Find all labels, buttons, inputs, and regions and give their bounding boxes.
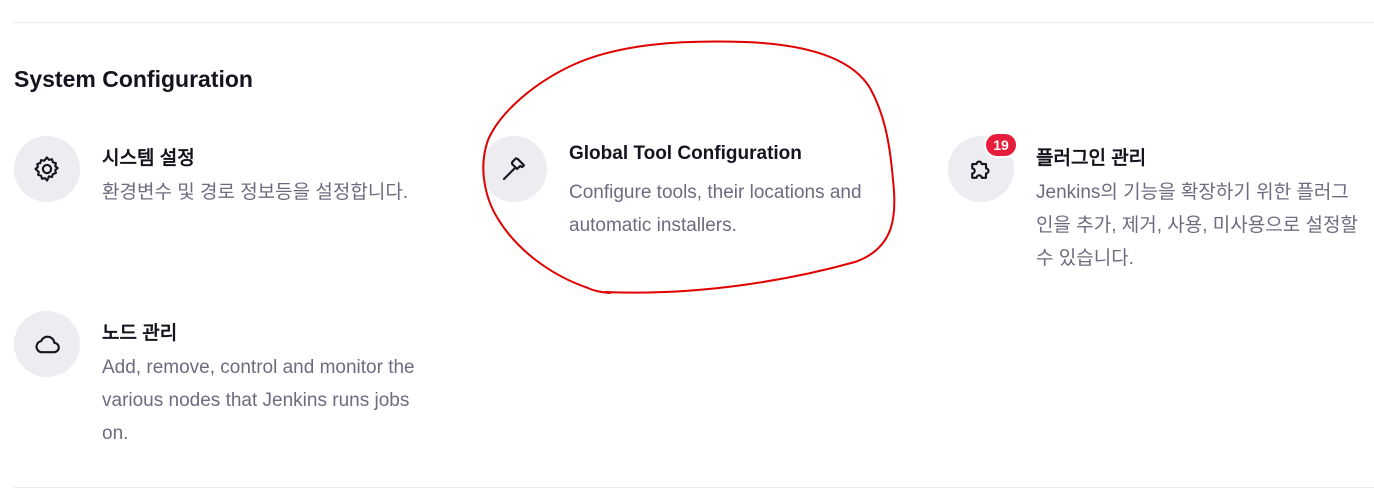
plugin-management-title: 플러그인 관리 [1036, 148, 1147, 169]
plugin-management-link[interactable]: 19 플러그인 관리 Jenkins의 기능을 확장하기 위한 플러그인을 추가… [948, 132, 1368, 276]
node-management-title: 노드 관리 [102, 323, 178, 344]
system-settings-link[interactable]: 시스템 설정 환경변수 및 경로 정보등을 설정합니다. [14, 136, 434, 246]
cloud-icon [14, 311, 80, 377]
system-settings-title: 시스템 설정 [102, 148, 195, 169]
plugin-updates-badge: 19 [984, 132, 1018, 158]
node-management-desc: Add, remove, control and monitor the var… [102, 357, 415, 444]
hammer-icon [481, 136, 547, 202]
global-tool-configuration-link[interactable]: Global Tool Configuration Configure tool… [481, 136, 901, 246]
global-tool-configuration-desc: Configure tools, their locations and aut… [569, 182, 862, 236]
plugin-management-desc: Jenkins의 기능을 확장하기 위한 플러그인을 추가, 제거, 사용, 미… [1036, 182, 1358, 269]
section-title: System Configuration [14, 66, 253, 92]
system-settings-desc: 환경변수 및 경로 정보등을 설정합니다. [102, 182, 409, 203]
top-divider [14, 22, 1374, 23]
global-tool-configuration-title: Global Tool Configuration [569, 143, 802, 164]
node-management-link[interactable]: 노드 관리 Add, remove, control and monitor t… [14, 311, 434, 451]
bottom-divider [14, 487, 1374, 488]
gear-icon [14, 136, 80, 202]
